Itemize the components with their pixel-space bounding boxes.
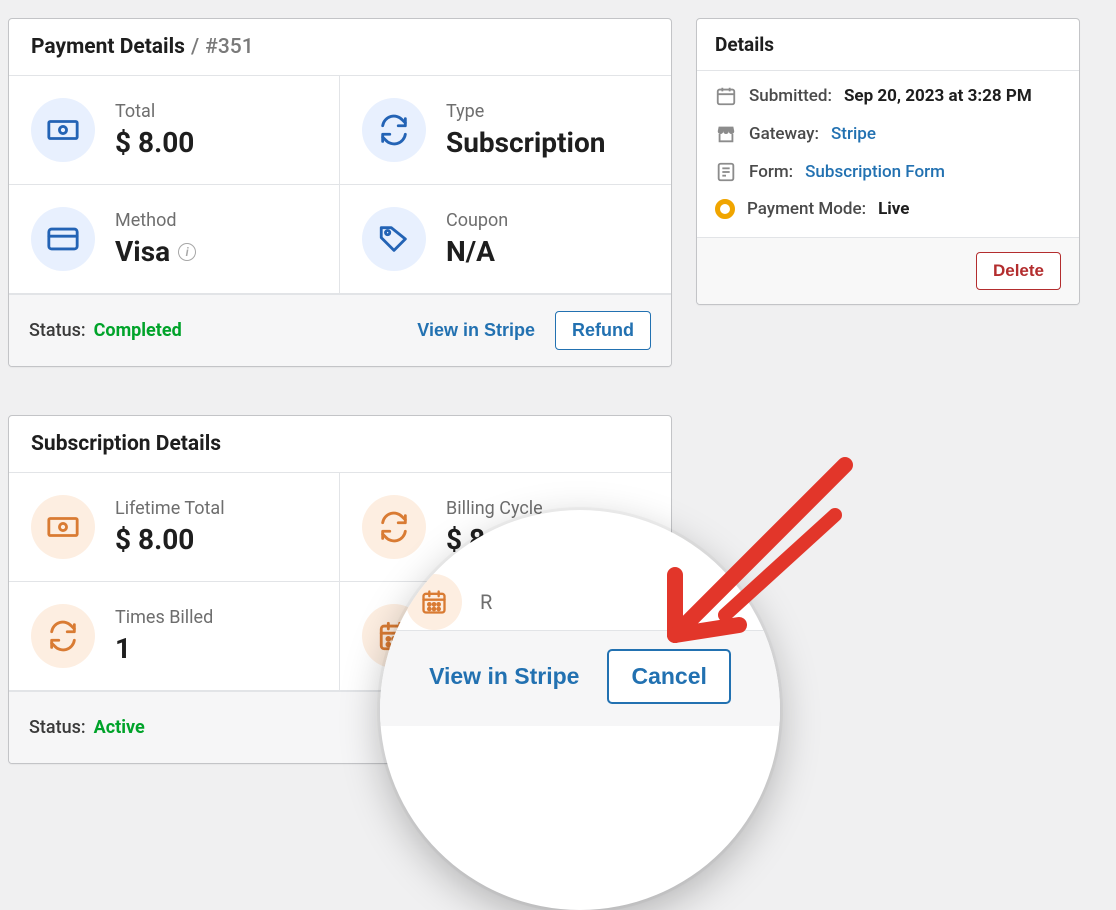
info-icon[interactable]: i <box>178 243 196 261</box>
form-icon <box>715 161 737 183</box>
type-label: Type <box>446 101 605 122</box>
mode-label: Payment Mode: <box>747 199 866 219</box>
payment-id-separator: / <box>191 35 199 59</box>
cash-icon <box>31 495 95 559</box>
status-value: Completed <box>94 320 182 341</box>
cell-method: Method Visa i <box>9 185 340 294</box>
coupon-label: Coupon <box>446 210 508 231</box>
details-footer: Delete <box>697 237 1079 304</box>
row-submitted: Submitted: Sep 20, 2023 at 3:28 PM <box>715 85 1061 107</box>
details-side-card: Details Submitted: Sep 20, 2023 at 3:28 … <box>696 18 1080 305</box>
total-label: Total <box>115 101 194 122</box>
payment-footer: Status: Completed View in Stripe Refund <box>9 294 671 366</box>
recurring-icon <box>362 98 426 162</box>
gateway-label: Gateway: <box>749 124 819 144</box>
form-link[interactable]: Subscription Form <box>805 162 945 182</box>
zoom-view-in-stripe-link[interactable]: View in Stripe <box>429 663 579 690</box>
row-form: Form: Subscription Form <box>715 161 1061 183</box>
row-gateway: Gateway: Stripe <box>715 123 1061 145</box>
total-value: $ 8.00 <box>115 126 194 159</box>
credit-card-icon <box>31 207 95 271</box>
payment-id: #351 <box>205 35 253 59</box>
view-in-stripe-link[interactable]: View in Stripe <box>415 316 537 345</box>
subscription-details-header: Subscription Details <box>9 416 671 473</box>
calendar-icon <box>715 85 737 107</box>
row-mode: Payment Mode: Live <box>715 199 1061 219</box>
details-title: Details <box>715 33 1061 56</box>
recurring-icon <box>31 604 95 668</box>
coupon-value: N/A <box>446 235 508 268</box>
lifetime-total-label: Lifetime Total <box>115 498 225 519</box>
refund-button[interactable]: Refund <box>555 311 651 350</box>
form-label: Form: <box>749 162 793 182</box>
calendar-icon <box>406 574 462 630</box>
sub-status-label: Status: <box>29 717 86 738</box>
payment-details-title: Payment Details <box>31 35 185 59</box>
zoom-peek-label: R <box>480 590 492 614</box>
zoom-highlight: R View in Stripe Cancel <box>380 510 780 910</box>
gateway-link[interactable]: Stripe <box>831 124 876 144</box>
cell-times-billed: Times Billed 1 <box>9 582 340 691</box>
payment-details-card: Payment Details / #351 Total $ 8.00 <box>8 18 672 367</box>
cell-lifetime-total: Lifetime Total $ 8.00 <box>9 473 340 582</box>
cell-total: Total $ 8.00 <box>9 76 340 185</box>
times-billed-value: 1 <box>115 632 213 665</box>
method-label: Method <box>115 210 196 231</box>
submitted-label: Submitted: <box>749 86 832 106</box>
payment-details-header: Payment Details / #351 <box>9 19 671 76</box>
zoom-cancel-button[interactable]: Cancel <box>607 649 730 704</box>
cell-coupon: Coupon N/A <box>340 185 671 294</box>
status-label: Status: <box>29 320 86 341</box>
delete-button[interactable]: Delete <box>976 252 1061 290</box>
type-value: Subscription <box>446 126 605 159</box>
details-header: Details <box>697 19 1079 71</box>
submitted-value: Sep 20, 2023 at 3:28 PM <box>844 86 1032 106</box>
times-billed-label: Times Billed <box>115 607 213 628</box>
store-icon <box>715 123 737 145</box>
cash-icon <box>31 98 95 162</box>
mode-value: Live <box>878 199 909 219</box>
tag-icon <box>362 207 426 271</box>
mode-ring-icon <box>715 199 735 219</box>
sub-status-value: Active <box>94 717 145 738</box>
method-value: Visa i <box>115 235 196 268</box>
cell-type: Type Subscription <box>340 76 671 185</box>
subscription-details-title: Subscription Details <box>31 432 221 456</box>
lifetime-total-value: $ 8.00 <box>115 523 225 556</box>
